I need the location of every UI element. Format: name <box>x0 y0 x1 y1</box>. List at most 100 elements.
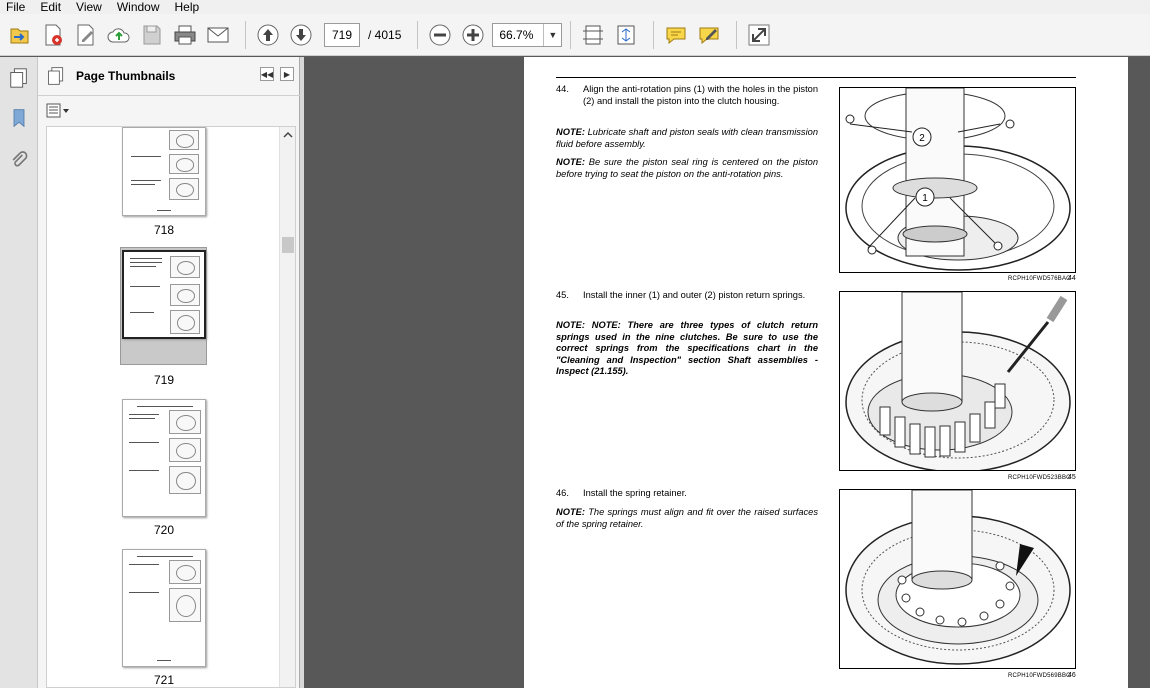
comment-button[interactable] <box>662 19 690 51</box>
step-45: 45. Install the inner (1) and outer (2) … <box>556 290 818 302</box>
options-menu-icon[interactable] <box>46 103 70 119</box>
pages-icon <box>10 68 27 88</box>
note-label: NOTE: <box>556 127 585 137</box>
upload-cloud-button[interactable] <box>105 19 133 51</box>
thumbnail-label-721: 721 <box>153 673 175 687</box>
bookmark-icon <box>13 109 25 128</box>
thumbnail-label-720: 720 <box>153 523 175 537</box>
toolbar-separator <box>736 20 738 49</box>
email-button[interactable] <box>204 19 232 51</box>
page-number-value: 719 <box>331 27 353 42</box>
figure-number-45: 45 <box>1068 474 1076 481</box>
fit-width-icon <box>583 25 604 44</box>
highlight-button[interactable] <box>695 19 723 51</box>
menu-bar: File Edit View Window Help <box>0 0 1150 14</box>
full-screen-button[interactable] <box>745 19 773 51</box>
step-text: Align the anti-rotation pins (1) with th… <box>583 84 818 106</box>
pen-highlight-icon <box>699 27 719 44</box>
toolbar-separator <box>417 20 419 49</box>
step-44: 44. Align the anti-rotation pins (1) wit… <box>556 84 818 107</box>
thumbnail-page-718[interactable] <box>122 127 206 216</box>
fit-page-button[interactable] <box>612 19 640 51</box>
step-number: 46. <box>556 488 569 498</box>
arrow-up-icon <box>257 24 279 45</box>
note-text: Be sure the piston seal ring is centered… <box>556 157 818 179</box>
figure-44: 2 1 <box>839 87 1076 273</box>
attachments-rail-button[interactable] <box>6 147 32 173</box>
create-pdf-button[interactable] <box>39 19 67 51</box>
open-file-icon <box>10 28 29 43</box>
note-text: The springs must align and fit over the … <box>556 507 818 529</box>
step-text: Install the inner (1) and outer (2) pist… <box>583 290 806 300</box>
thumbnail-page-719[interactable] <box>122 250 206 339</box>
figure-number-46: 46 <box>1068 672 1076 679</box>
fit-width-button[interactable] <box>579 19 607 51</box>
note-springs-align: NOTE: The springs must align and fit ove… <box>556 507 818 530</box>
speech-bubble-icon <box>666 27 686 44</box>
thumbnail-label-718: 718 <box>153 223 175 237</box>
bookmarks-rail-button[interactable] <box>6 105 32 131</box>
piston-pins-illustration: 2 1 <box>845 88 1071 271</box>
figure-caption-45: RCPH10FWD523BBC <box>1008 475 1071 481</box>
toolbar-separator <box>570 20 572 49</box>
plus-circle-icon <box>462 24 484 45</box>
create-pdf-icon <box>45 24 62 45</box>
figure-number-44: 44 <box>1068 275 1076 282</box>
scrollbar-thumb[interactable] <box>282 237 294 253</box>
thumbnail-page-720[interactable] <box>122 399 206 517</box>
previous-page-button[interactable] <box>254 19 282 51</box>
note-text: Lubricate shaft and piston seals with cl… <box>556 127 818 149</box>
figure-caption-44: RCPH10FWD576BAC <box>1008 276 1071 282</box>
fit-page-icon <box>617 25 635 44</box>
figure-caption-46: RCPH10FWD569BBC <box>1008 673 1071 679</box>
navigation-rail <box>0 57 38 688</box>
zoom-select[interactable]: 66.7% ▼ <box>492 22 563 47</box>
menu-view[interactable]: View <box>76 0 102 14</box>
chevron-up-icon[interactable] <box>283 130 293 140</box>
menu-edit[interactable]: Edit <box>40 0 61 14</box>
chevron-down-icon[interactable]: ▼ <box>543 23 561 46</box>
toolbar: 719 / 4015 66.7% ▼ <box>0 14 1150 56</box>
thumbnails-panel: Page Thumbnails ◀◀ ▶ 718 719 720 721 <box>38 57 300 688</box>
step-46: 46. Install the spring retainer. <box>556 488 818 500</box>
panel-header: Page Thumbnails ◀◀ ▶ <box>38 57 300 96</box>
zoom-value: 66.7% <box>499 27 534 42</box>
paperclip-icon <box>12 151 28 167</box>
page-number-input[interactable]: 719 <box>324 22 360 47</box>
next-page-button[interactable] <box>287 19 315 51</box>
envelope-icon <box>207 27 229 42</box>
note-label: NOTE: <box>556 157 585 167</box>
note-piston-seal: NOTE: Be sure the piston seal ring is ce… <box>556 157 818 180</box>
document-viewport[interactable]: 44. Align the anti-rotation pins (1) wit… <box>304 57 1150 688</box>
menu-help[interactable]: Help <box>175 0 200 14</box>
zoom-in-button[interactable] <box>459 19 487 51</box>
thumbnail-label-719: 719 <box>153 373 175 387</box>
edit-pdf-button[interactable] <box>72 19 100 51</box>
collapse-panel-button[interactable]: ◀◀ <box>260 67 274 81</box>
open-file-button[interactable] <box>6 19 34 51</box>
thumbnail-list[interactable]: 718 719 720 721 <box>46 126 296 688</box>
note-text: NOTE: There are three types of clutch re… <box>556 320 818 377</box>
thumbnail-page-721[interactable] <box>122 549 206 667</box>
edit-pdf-icon <box>77 24 94 45</box>
pdf-page: 44. Align the anti-rotation pins (1) wit… <box>524 57 1128 688</box>
step-number: 45. <box>556 290 569 300</box>
note-label: NOTE: <box>556 320 585 330</box>
toolbar-separator <box>245 20 246 49</box>
callout-2: 2 <box>919 133 925 144</box>
menu-window[interactable]: Window <box>117 0 160 14</box>
cloud-upload-icon <box>107 27 130 42</box>
zoom-out-button[interactable] <box>426 19 454 51</box>
header-rule <box>556 77 1076 78</box>
print-button[interactable] <box>171 19 199 51</box>
menu-file[interactable]: File <box>6 0 25 14</box>
page-thumbnails-rail-button[interactable] <box>6 65 32 91</box>
page-total: / 4015 <box>368 27 402 42</box>
thumbnail-scrollbar[interactable] <box>279 127 295 687</box>
step-text: Install the spring retainer. <box>583 488 687 498</box>
expand-icon <box>748 24 770 45</box>
expand-panel-button[interactable]: ▶ <box>280 67 294 81</box>
save-icon <box>143 25 161 44</box>
save-button[interactable] <box>138 19 166 51</box>
step-number: 44. <box>556 84 569 94</box>
